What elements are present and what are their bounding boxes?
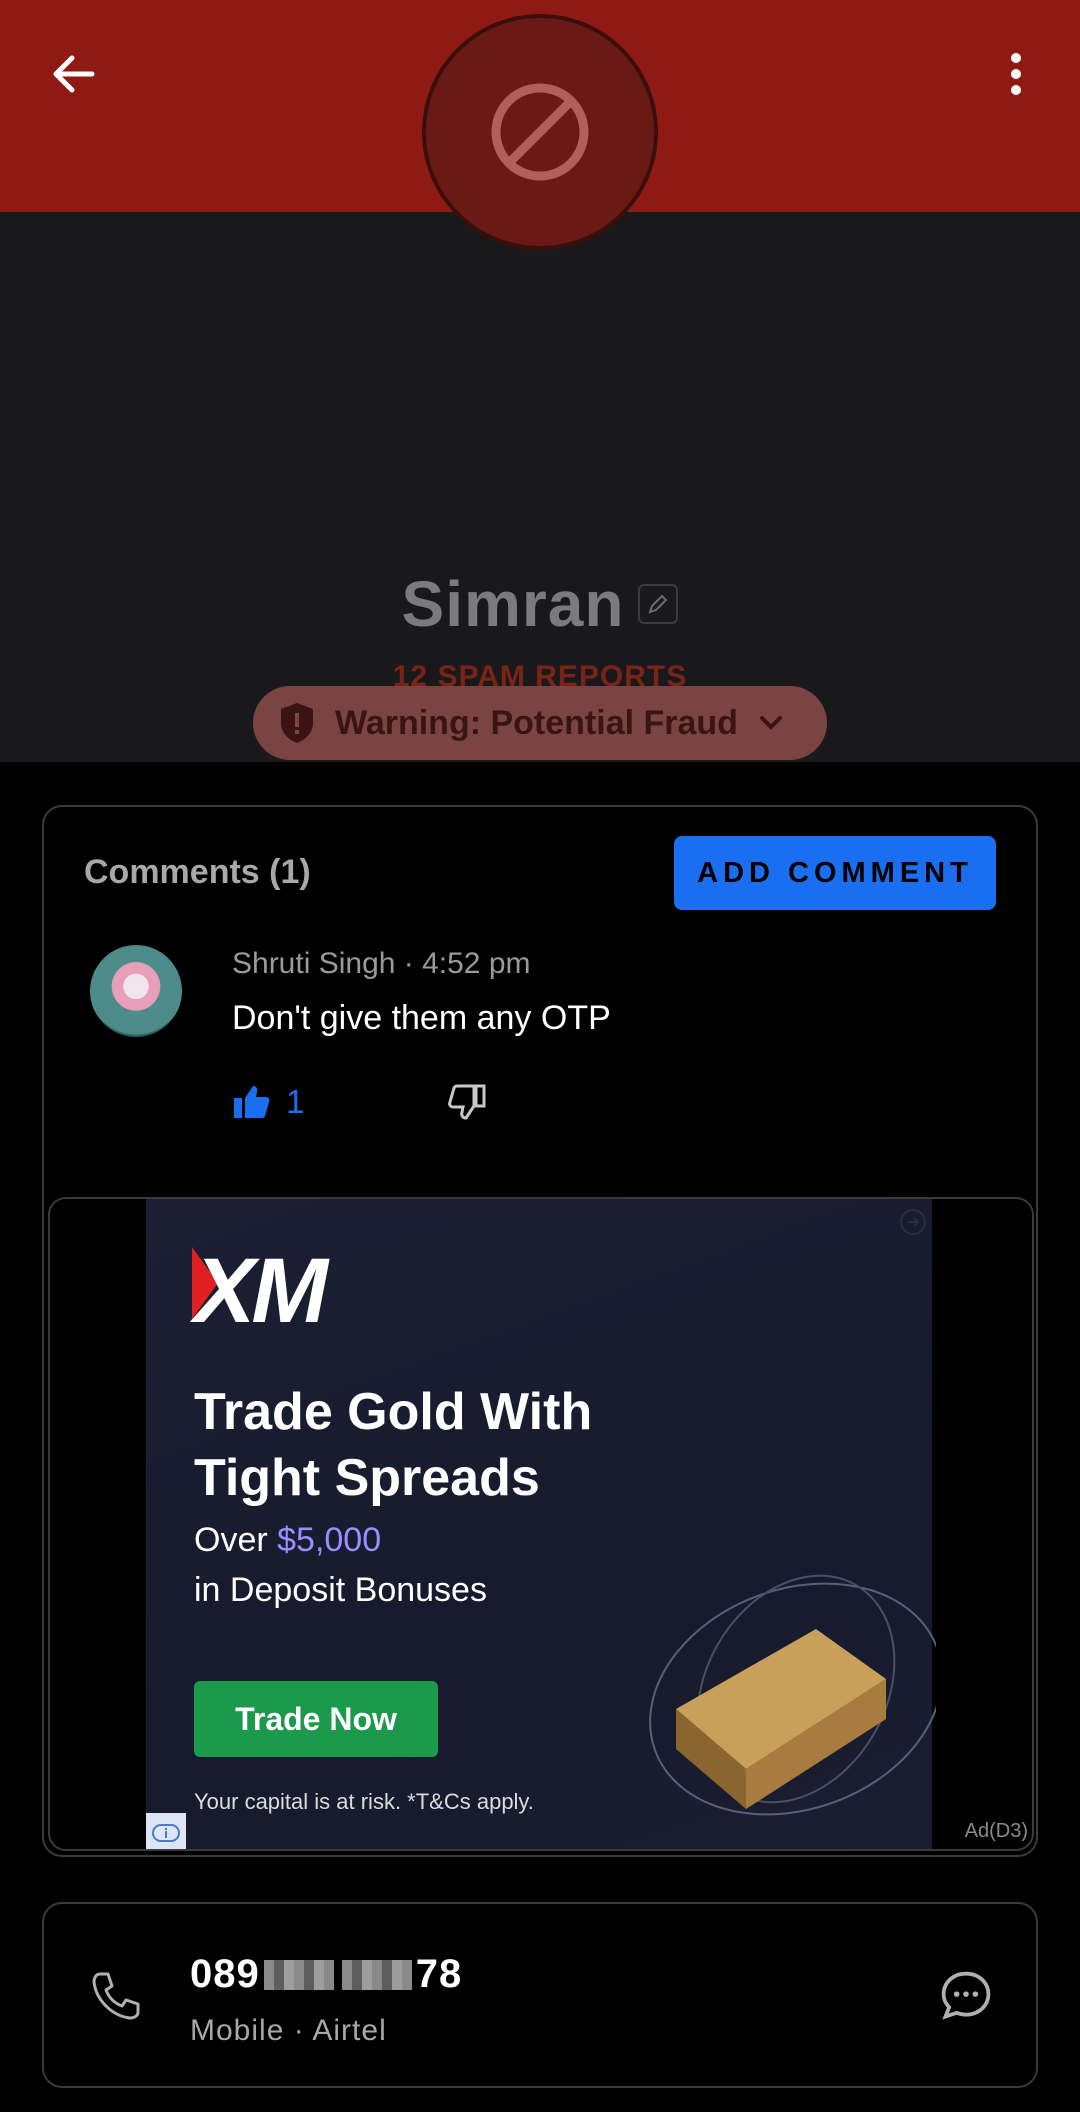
ad-banner[interactable]: XM Trade Gold With Tight Spreads Over $5… [146,1199,936,1849]
ad-subtitle-1: Over $5,000 [194,1521,381,1560]
redacted-digits [341,1959,412,1990]
comments-title: Comments (1) [84,853,311,891]
chat-icon[interactable] [938,1968,994,2024]
phone-number-suffix: 78 [415,1952,463,1996]
info-icon [152,1824,180,1842]
adchoices-icon[interactable] [898,1207,928,1237]
shield-icon [281,703,313,743]
like-button[interactable]: 1 [232,1082,304,1122]
phone-carrier: Mobile · Airtel [190,2014,387,2047]
profile-panel: Simran 12 SPAM REPORTS Warning: Potentia… [0,212,1080,887]
more-options-button[interactable] [986,44,1046,104]
comment-text: Don't give them any OTP [232,999,611,1037]
comments-card: Comments (1) ADD COMMENT Shruti Singh · … [42,805,1038,1857]
thumbs-up-icon [234,1086,270,1118]
phone-icon [92,1972,140,2020]
ad-tag: Ad(D3) [964,1820,1028,1842]
contact-name: Simran [401,568,625,640]
edit-name-button[interactable] [638,584,679,624]
ad-cta-button[interactable]: Trade Now [194,1681,438,1757]
back-button[interactable] [44,44,104,104]
contact-avatar [422,14,658,250]
brand-logo: XM [194,1240,328,1342]
phone-number: 089 78 [190,1952,462,1997]
like-count: 1 [286,1083,305,1120]
phone-number-prefix: 089 [190,1952,260,1996]
arrow-left-icon [53,55,95,93]
ad-bonus-amount: $5,000 [277,1521,382,1559]
redacted-digits [263,1959,334,1990]
fraud-warning-pill[interactable]: Warning: Potential Fraud [253,686,827,760]
more-vertical-icon [1011,53,1021,95]
pencil-icon [648,594,668,614]
commenter-avatar [90,945,182,1037]
ad-headline: Trade Gold With Tight Spreads [194,1383,593,1507]
ad-subtitle-prefix: Over [194,1521,278,1559]
chevron-down-icon [759,716,782,730]
ad-container: XM Trade Gold With Tight Spreads Over $5… [48,1197,1034,1851]
dislike-button[interactable] [444,1082,488,1127]
phone-card[interactable]: 089 78 Mobile · Airtel [42,1902,1038,2088]
block-icon [491,83,589,181]
ad-disclaimer: Your capital is at risk. *T&Cs apply. [194,1789,534,1814]
gold-bar-image [649,1574,936,1816]
name-row: Simran [0,567,1080,641]
thumbs-down-icon [448,1084,486,1120]
add-comment-button[interactable]: ADD COMMENT [674,836,996,910]
warning-label: Warning: Potential Fraud [335,703,738,742]
ad-subtitle-2: in Deposit Bonuses [194,1571,487,1609]
ad-info-button[interactable] [146,1813,186,1849]
comment-meta: Shruti Singh · 4:52 pm [232,947,531,980]
